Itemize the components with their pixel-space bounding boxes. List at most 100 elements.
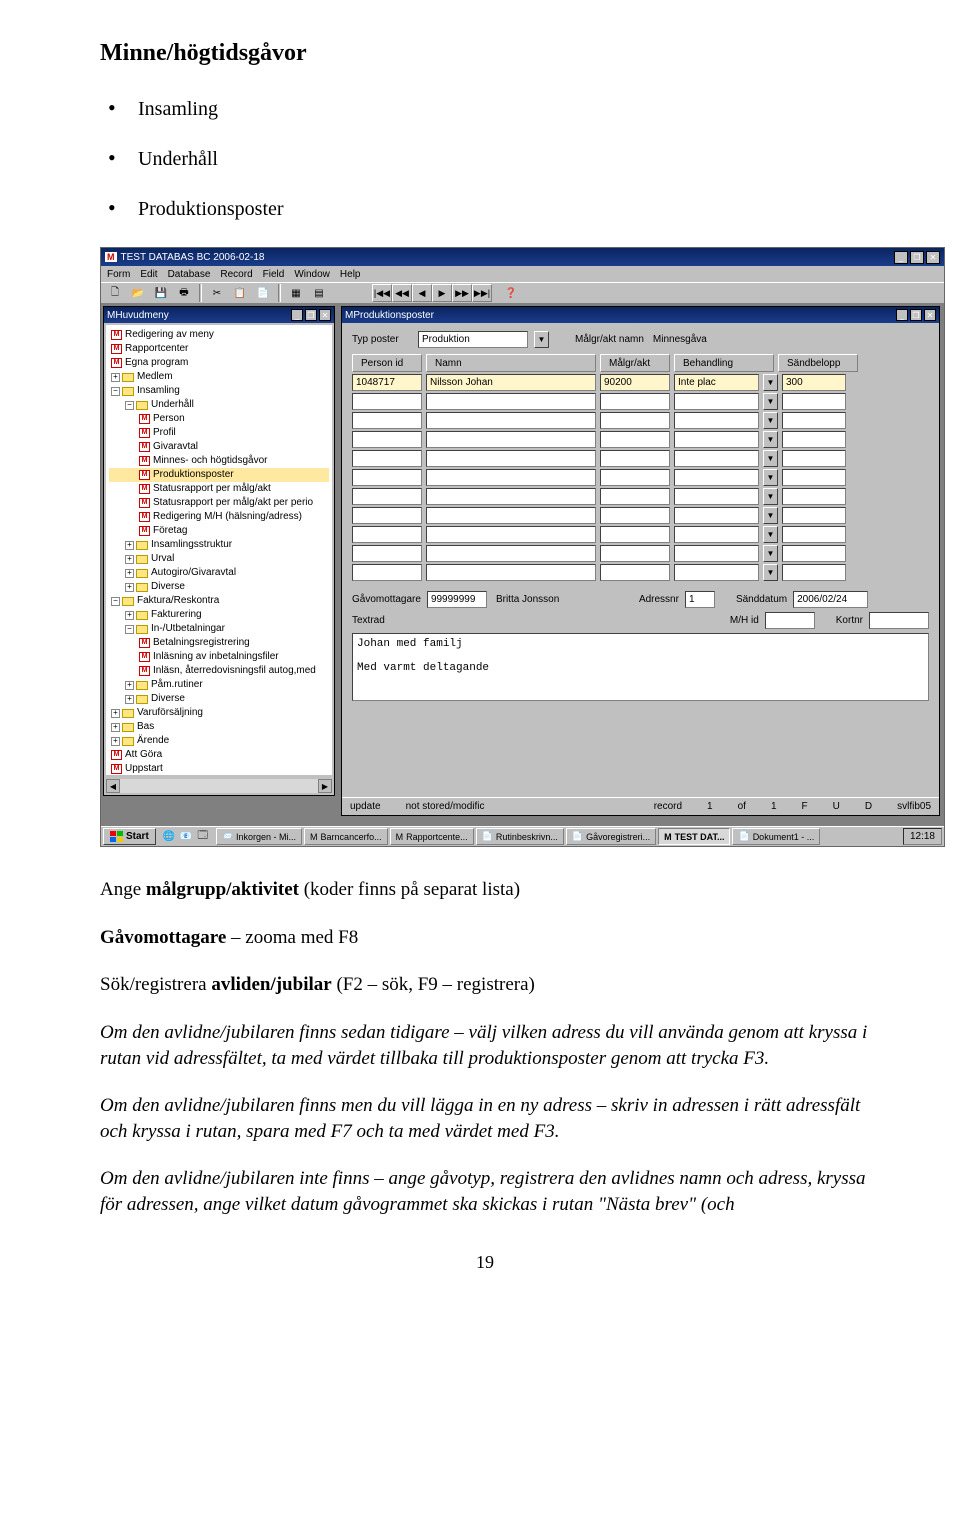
quicklaunch-desktop-icon[interactable]: 🗔 <box>196 830 210 844</box>
tree-item[interactable]: MStatusrapport per målg/akt per perio <box>109 496 329 510</box>
cell-sandbelopp[interactable] <box>782 431 846 448</box>
tree-item[interactable]: MStatusrapport per målg/akt <box>109 482 329 496</box>
close-button[interactable]: ✕ <box>319 309 331 321</box>
close-button[interactable]: ✕ <box>924 309 936 321</box>
cell-malgr[interactable] <box>600 469 670 486</box>
dropdown-icon[interactable]: ▼ <box>763 374 778 391</box>
table-row[interactable]: ▼ <box>352 488 929 505</box>
cell-namn[interactable] <box>426 526 596 543</box>
tree-item[interactable]: +Diverse <box>109 692 329 706</box>
cell-behandling[interactable] <box>674 507 759 524</box>
scroll-left-icon[interactable]: ◀ <box>106 779 120 793</box>
cell-namn[interactable] <box>426 431 596 448</box>
gavomottagare-id-input[interactable]: 99999999 <box>427 591 487 608</box>
tree-item[interactable]: MFöretag <box>109 524 329 538</box>
menu-database[interactable]: Database <box>168 269 211 280</box>
nav-prev-icon[interactable]: ◀ <box>412 284 432 302</box>
dropdown-icon[interactable]: ▼ <box>763 488 778 505</box>
collapse-icon[interactable]: − <box>111 597 120 606</box>
tree-item[interactable]: MPerson <box>109 412 329 426</box>
horizontal-scrollbar[interactable]: ◀ ▶ <box>106 779 332 793</box>
expand-icon[interactable]: + <box>111 723 120 732</box>
tree-item[interactable]: MProfil <box>109 426 329 440</box>
expand-icon[interactable]: + <box>125 555 134 564</box>
cell-namn[interactable] <box>426 488 596 505</box>
expand-icon[interactable]: + <box>125 611 134 620</box>
toolbar-paste-icon[interactable]: 📄 <box>253 284 273 302</box>
cell-malgr[interactable] <box>600 507 670 524</box>
col-sandbelopp[interactable]: Sändbelopp <box>778 354 858 372</box>
collapse-icon[interactable]: − <box>111 387 120 396</box>
table-row[interactable]: ▼ <box>352 507 929 524</box>
dropdown-icon[interactable]: ▼ <box>763 526 778 543</box>
cell-personid[interactable] <box>352 488 422 505</box>
taskbar-button[interactable]: MRapportcente... <box>390 828 474 845</box>
collapse-icon[interactable]: − <box>125 401 134 410</box>
mhid-input[interactable] <box>765 612 815 629</box>
cell-malgr[interactable] <box>600 526 670 543</box>
taskbar-button[interactable]: 📄Gåvoregistreri... <box>566 828 656 845</box>
toolbar-btn-icon[interactable]: ▦ <box>286 284 306 302</box>
maximize-button[interactable]: ❐ <box>910 309 922 321</box>
tree-item[interactable]: MRapportcenter <box>109 342 329 356</box>
table-row[interactable]: ▼ <box>352 564 929 581</box>
expand-icon[interactable]: + <box>125 583 134 592</box>
nav-last-icon[interactable]: ▶▶| <box>472 284 492 302</box>
col-behandling[interactable]: Behandling <box>674 354 774 372</box>
tree-item[interactable]: +Påm.rutiner <box>109 678 329 692</box>
maximize-button[interactable]: ❐ <box>305 309 317 321</box>
tree-item[interactable]: −Underhåll <box>109 398 329 412</box>
col-personid[interactable]: Person id <box>352 354 422 372</box>
cell-namn[interactable] <box>426 469 596 486</box>
table-row[interactable]: ▼ <box>352 393 929 410</box>
expand-icon[interactable]: + <box>111 709 120 718</box>
cell-sandbelopp[interactable] <box>782 488 846 505</box>
table-row[interactable]: ▼ <box>352 469 929 486</box>
cell-personid[interactable] <box>352 545 422 562</box>
tree-item[interactable]: MProduktionsposter <box>109 468 329 482</box>
expand-icon[interactable]: + <box>125 569 134 578</box>
dropdown-icon[interactable]: ▼ <box>763 412 778 429</box>
tree-item[interactable]: MEgna program <box>109 356 329 370</box>
expand-icon[interactable]: + <box>125 695 134 704</box>
cell-behandling[interactable] <box>674 564 759 581</box>
cell-malgr[interactable] <box>600 450 670 467</box>
tree-item[interactable]: MInläsning av inbetalningsfiler <box>109 650 329 664</box>
dropdown-icon[interactable]: ▼ <box>763 545 778 562</box>
table-row[interactable]: ▼ <box>352 450 929 467</box>
menu-field[interactable]: Field <box>263 269 285 280</box>
tree-item[interactable]: +Urval <box>109 552 329 566</box>
start-button[interactable]: Start <box>103 828 156 845</box>
cell-malgr[interactable] <box>600 488 670 505</box>
toolbar-save-icon[interactable]: 💾 <box>151 284 171 302</box>
cell-behandling[interactable] <box>674 450 759 467</box>
minimize-button[interactable]: _ <box>896 309 908 321</box>
minimize-button[interactable]: _ <box>291 309 303 321</box>
adressnr-input[interactable]: 1 <box>685 591 715 608</box>
tree-item[interactable]: MAtt Göra <box>109 748 329 762</box>
cell-personid[interactable]: 1048717 <box>352 374 422 391</box>
tree-item[interactable]: MMinnes- och högtidsgåvor <box>109 454 329 468</box>
menu-edit[interactable]: Edit <box>140 269 157 280</box>
tree-item[interactable]: +Fakturering <box>109 608 329 622</box>
cell-sandbelopp[interactable] <box>782 526 846 543</box>
cell-sandbelopp[interactable] <box>782 564 846 581</box>
tree-item[interactable]: +Insamlingsstruktur <box>109 538 329 552</box>
cell-sandbelopp[interactable]: 300 <box>782 374 846 391</box>
cell-personid[interactable] <box>352 507 422 524</box>
cell-behandling[interactable] <box>674 412 759 429</box>
cell-namn[interactable] <box>426 450 596 467</box>
toolbar-btn-icon[interactable]: ▤ <box>309 284 329 302</box>
scroll-right-icon[interactable]: ▶ <box>318 779 332 793</box>
cell-malgr[interactable] <box>600 393 670 410</box>
cell-personid[interactable] <box>352 412 422 429</box>
toolbar-cut-icon[interactable]: ✂ <box>207 284 227 302</box>
tree-item[interactable]: MBetalningsregistrering <box>109 636 329 650</box>
cell-namn[interactable] <box>426 564 596 581</box>
cell-behandling[interactable]: Inte plac <box>674 374 759 391</box>
quicklaunch-outlook-icon[interactable]: 📧 <box>179 830 193 844</box>
typ-poster-input[interactable]: Produktion <box>418 331 528 348</box>
tree-item[interactable]: MRedigering av meny <box>109 328 329 342</box>
tree-item[interactable]: −Faktura/Reskontra <box>109 594 329 608</box>
expand-icon[interactable]: + <box>111 737 120 746</box>
